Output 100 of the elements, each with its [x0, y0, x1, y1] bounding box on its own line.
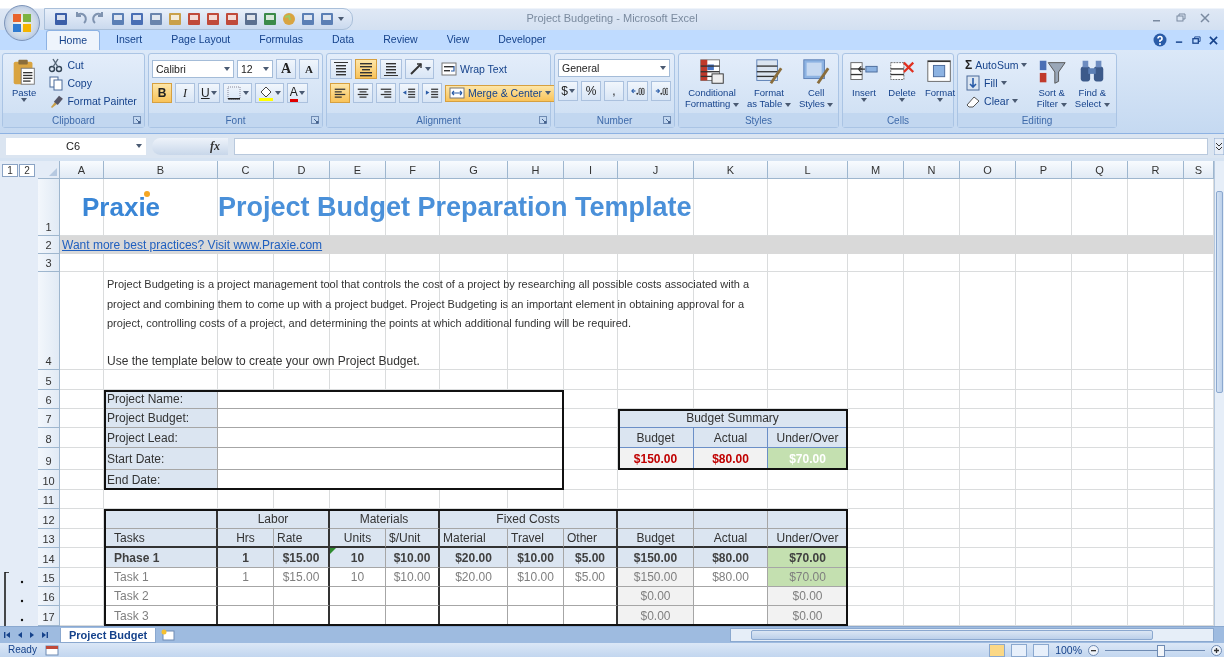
column-header[interactable]: N [904, 161, 960, 179]
save-icon[interactable] [53, 11, 69, 27]
row-header[interactable]: 4 [38, 272, 60, 370]
launcher-icon[interactable] [311, 116, 319, 124]
ribbon-button[interactable]: Cell Styles [795, 56, 837, 110]
column-header[interactable]: E [330, 161, 386, 179]
row-header[interactable]: 1 [38, 179, 60, 236]
ribbon-tab[interactable]: View [433, 29, 483, 50]
toolbar-icon[interactable] [205, 11, 221, 27]
office-button[interactable] [4, 5, 40, 41]
tool-button[interactable] [422, 83, 442, 103]
tool-button[interactable] [330, 59, 352, 79]
toolbar-icon[interactable] [243, 11, 259, 27]
row-header[interactable]: 14 [38, 548, 60, 568]
launcher-icon[interactable] [663, 116, 671, 124]
ribbon-button[interactable]: Format as Table [744, 56, 794, 110]
outline-level-button[interactable]: 1 [2, 163, 18, 177]
column-header[interactable]: G [440, 161, 508, 179]
tool-button[interactable] [650, 81, 671, 101]
ribbon-button[interactable]: Cut [44, 56, 88, 73]
website-link[interactable]: Want more best practices? Visit www.Praxie.com [60, 238, 323, 252]
dropdown-field[interactable]: 12 [237, 60, 273, 78]
column-header[interactable]: L [768, 161, 848, 179]
ribbon-tab[interactable]: Page Layout [158, 29, 244, 50]
column-header[interactable]: P [1016, 161, 1072, 179]
previous-sheet-icon[interactable] [16, 631, 24, 639]
sheet-tab[interactable]: Project Budget [60, 627, 157, 643]
dropdown-field[interactable]: General [558, 59, 670, 77]
insert-function-button[interactable]: fx [210, 138, 220, 154]
column-header[interactable]: F [386, 161, 440, 179]
tool-button[interactable] [376, 83, 396, 103]
tool-button[interactable] [399, 83, 419, 103]
vertical-scrollbar[interactable] [1214, 161, 1224, 626]
restore-icon[interactable] [1192, 35, 1201, 45]
ribbon-button[interactable]: Format [922, 56, 959, 103]
tool-button[interactable]: A [286, 83, 308, 103]
column-header[interactable]: K [694, 161, 768, 179]
ribbon-tab[interactable]: Home [46, 30, 100, 50]
ribbon-button[interactable]: Wrap Text [437, 60, 511, 78]
first-sheet-icon[interactable] [4, 631, 12, 639]
ribbon-button[interactable]: Format Painter [44, 92, 141, 109]
input-cell[interactable] [218, 428, 564, 448]
tool-button[interactable] [222, 83, 252, 103]
ribbon-button[interactable]: Insert [846, 56, 882, 103]
tool-button[interactable]: U [198, 83, 220, 103]
outline-level-button[interactable]: 2 [19, 163, 35, 177]
expand-icon[interactable] [1214, 137, 1224, 155]
row-header[interactable]: 6 [38, 390, 60, 409]
help-icon[interactable] [1153, 33, 1167, 47]
column-header[interactable]: C [218, 161, 274, 179]
tool-button[interactable] [353, 83, 373, 103]
toolbar-icon[interactable] [224, 11, 240, 27]
column-header[interactable]: R [1128, 161, 1184, 179]
launcher-icon[interactable] [539, 116, 547, 124]
tool-button[interactable] [627, 81, 648, 101]
row-header[interactable]: 7 [38, 409, 60, 428]
dropdown-field[interactable]: Calibri [152, 60, 234, 78]
ribbon-button[interactable]: Conditional Formatting [682, 56, 743, 110]
row-header[interactable]: 8 [38, 428, 60, 448]
column-header[interactable]: Q [1072, 161, 1128, 179]
tool-button[interactable] [405, 59, 434, 79]
next-sheet-icon[interactable] [28, 631, 36, 639]
ribbon-button[interactable]: Delete [884, 56, 920, 103]
column-header[interactable]: I [564, 161, 618, 179]
tool-button[interactable]: , [604, 81, 624, 101]
column-header[interactable]: M [848, 161, 904, 179]
row-header[interactable]: 11 [38, 490, 60, 509]
ribbon-button[interactable]: Merge & Center [445, 84, 556, 102]
ribbon-button[interactable]: Sort & Filter [1033, 56, 1070, 110]
row-header[interactable]: 16 [38, 587, 60, 606]
last-sheet-icon[interactable] [40, 631, 48, 639]
input-cell[interactable] [218, 409, 564, 428]
name-box[interactable]: C6 [6, 137, 146, 155]
zoom-thumb[interactable] [1157, 644, 1165, 657]
ribbon-button[interactable]: Find & Select [1071, 56, 1113, 110]
tool-button[interactable]: I [175, 83, 195, 103]
ribbon-tab[interactable]: Insert [103, 29, 156, 50]
close-icon[interactable] [1209, 35, 1218, 45]
row-header[interactable]: 15 [38, 568, 60, 587]
column-header[interactable]: A [60, 161, 104, 179]
row-header[interactable]: 9 [38, 448, 60, 470]
ribbon-tab[interactable]: Review [370, 29, 431, 50]
column-header[interactable]: J [618, 161, 694, 179]
row-header[interactable]: 12 [38, 509, 60, 529]
tool-button[interactable]: % [581, 81, 601, 101]
macro-record-icon[interactable] [44, 644, 59, 656]
launcher-icon[interactable] [133, 116, 141, 124]
formula-input[interactable] [234, 137, 1208, 155]
tool-button[interactable]: B [152, 83, 172, 103]
toolbar-icon[interactable] [262, 11, 278, 27]
tool-button[interactable]: $ [558, 81, 578, 101]
ribbon-button[interactable]: Fill [961, 74, 1011, 91]
horizontal-scrollbar[interactable] [730, 628, 1214, 642]
tool-button[interactable] [380, 59, 402, 79]
ribbon-tab[interactable]: Formulas [246, 29, 316, 50]
ribbon-button[interactable]: Copy [44, 74, 96, 91]
tool-button[interactable] [330, 83, 350, 103]
insert-sheet-icon[interactable] [160, 629, 177, 641]
zoom-in-icon[interactable] [1211, 644, 1222, 656]
tool-button[interactable] [254, 83, 284, 103]
